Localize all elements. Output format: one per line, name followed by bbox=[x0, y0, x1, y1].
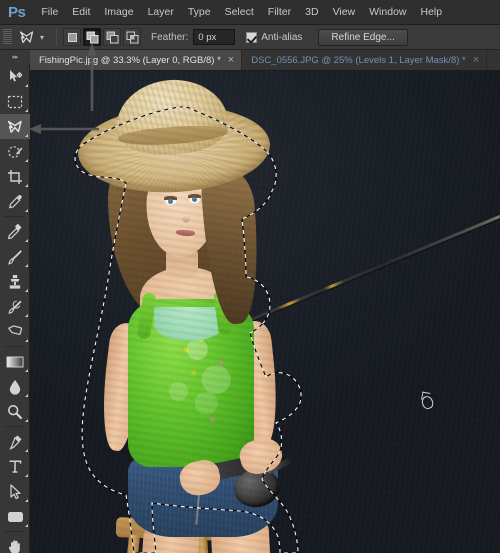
tool-flyout-triangle-icon bbox=[25, 264, 28, 267]
menu-file[interactable]: File bbox=[34, 2, 65, 22]
right-eye bbox=[188, 194, 201, 203]
intersect-selection-button[interactable] bbox=[123, 28, 142, 46]
close-icon[interactable]: × bbox=[473, 54, 479, 66]
photoshop-logo: Ps bbox=[8, 3, 26, 21]
menu-edit[interactable]: Edit bbox=[65, 2, 97, 22]
tab-label: DSC_0556.JPG @ 25% (Levels 1, Layer Mask… bbox=[251, 54, 466, 66]
tool-flyout-triangle-icon bbox=[25, 394, 28, 397]
add-to-selection-button[interactable] bbox=[83, 28, 102, 46]
gradient-tool[interactable] bbox=[0, 349, 30, 374]
tools-panel: ▸▸ bbox=[0, 50, 30, 553]
toolbar-divider-1 bbox=[4, 216, 25, 217]
options-divider-1 bbox=[56, 28, 58, 46]
tool-flyout-triangle-icon bbox=[25, 289, 28, 292]
tab-label: FishingPic.jpg @ 33.3% (Layer 0, RGB/8) … bbox=[39, 54, 221, 66]
tool-flyout-triangle-icon bbox=[25, 134, 28, 137]
left-eye bbox=[164, 196, 177, 205]
lasso-tool[interactable] bbox=[0, 114, 30, 139]
blur-tool[interactable] bbox=[0, 374, 30, 399]
collapse-panel-icon[interactable]: ▸▸ bbox=[0, 50, 30, 64]
dodge-tool[interactable] bbox=[0, 399, 30, 424]
photo-subject-girl bbox=[30, 71, 500, 553]
tool-flyout-triangle-icon bbox=[25, 499, 28, 502]
tool-flyout-triangle-icon bbox=[25, 239, 28, 242]
tool-flyout-triangle-icon bbox=[25, 109, 28, 112]
tool-flyout-triangle-icon bbox=[25, 474, 28, 477]
feather-input[interactable] bbox=[193, 29, 236, 45]
quick-selection-tool[interactable] bbox=[0, 139, 30, 164]
subtract-from-selection-button[interactable] bbox=[103, 28, 122, 46]
menu-window[interactable]: Window bbox=[362, 2, 413, 22]
image-canvas[interactable] bbox=[30, 71, 500, 553]
nose bbox=[182, 210, 190, 223]
rectangular-marquee-tool[interactable] bbox=[0, 89, 30, 114]
options-bar-grip[interactable] bbox=[3, 29, 12, 45]
menu-select[interactable]: Select bbox=[218, 2, 261, 22]
tool-flyout-triangle-icon bbox=[25, 524, 28, 527]
tab-fishingpic[interactable]: FishingPic.jpg @ 33.3% (Layer 0, RGB/8) … bbox=[30, 50, 243, 70]
crop-tool[interactable] bbox=[0, 164, 30, 189]
horizontal-type-tool[interactable] bbox=[0, 454, 30, 479]
eraser-tool[interactable] bbox=[0, 319, 30, 344]
tool-flyout-triangle-icon bbox=[25, 209, 28, 212]
close-icon[interactable]: × bbox=[228, 54, 234, 66]
menu-filter[interactable]: Filter bbox=[261, 2, 298, 22]
antialias-checkbox[interactable]: Anti-alias bbox=[246, 31, 303, 43]
tab-dsc-0556[interactable]: DSC_0556.JPG @ 25% (Levels 1, Layer Mask… bbox=[242, 50, 488, 70]
tool-flyout-triangle-icon bbox=[25, 339, 28, 342]
menu-3d[interactable]: 3D bbox=[298, 2, 325, 22]
toolbar-divider-4 bbox=[4, 531, 25, 532]
brush-tool[interactable] bbox=[0, 244, 30, 269]
lasso-icon[interactable] bbox=[14, 27, 38, 47]
options-bar: ▾ Feather: 0 px Anti-alias Refine Edge..… bbox=[0, 25, 500, 50]
new-selection-button[interactable] bbox=[63, 28, 82, 46]
shirt-neckline bbox=[154, 307, 224, 341]
feather-label: Feather: bbox=[151, 31, 189, 43]
menu-type[interactable]: Type bbox=[181, 2, 218, 22]
document-tab-bar: FishingPic.jpg @ 33.3% (Layer 0, RGB/8) … bbox=[30, 50, 500, 71]
toolbar-divider-2 bbox=[4, 346, 25, 347]
menu-image[interactable]: Image bbox=[97, 2, 140, 22]
tool-flyout-triangle-icon bbox=[25, 449, 28, 452]
toolbar-divider-3 bbox=[4, 426, 25, 427]
menu-bar: Ps File Edit Image Layer Type Select Fil… bbox=[0, 0, 500, 25]
photo-backdrop bbox=[30, 71, 500, 553]
tool-flyout-triangle-icon bbox=[25, 184, 28, 187]
history-brush-tool[interactable] bbox=[0, 294, 30, 319]
pen-tool[interactable] bbox=[0, 429, 30, 454]
antialias-label: Anti-alias bbox=[261, 31, 303, 43]
tool-preset-chevron-down-icon[interactable]: ▾ bbox=[40, 33, 44, 42]
tool-flyout-triangle-icon bbox=[25, 314, 28, 317]
spot-healing-brush-tool[interactable] bbox=[0, 219, 30, 244]
tool-flyout-triangle-icon bbox=[25, 419, 28, 422]
menu-help[interactable]: Help bbox=[414, 2, 450, 22]
menu-layer[interactable]: Layer bbox=[141, 2, 181, 22]
eyedropper-tool[interactable] bbox=[0, 189, 30, 214]
clone-stamp-tool[interactable] bbox=[0, 269, 30, 294]
menu-view[interactable]: View bbox=[326, 2, 363, 22]
checkbox-checked-icon[interactable] bbox=[246, 31, 258, 43]
refine-edge-button[interactable]: Refine Edge... bbox=[318, 28, 408, 46]
tool-flyout-triangle-icon bbox=[25, 369, 28, 372]
hand-tool[interactable] bbox=[0, 534, 30, 553]
photoshop-window: Ps File Edit Image Layer Type Select Fil… bbox=[0, 0, 500, 553]
move-tool[interactable] bbox=[0, 64, 30, 89]
tool-flyout-triangle-icon bbox=[25, 84, 28, 87]
rectangle-tool[interactable] bbox=[0, 504, 30, 529]
tool-flyout-triangle-icon bbox=[25, 159, 28, 162]
path-selection-tool[interactable] bbox=[0, 479, 30, 504]
